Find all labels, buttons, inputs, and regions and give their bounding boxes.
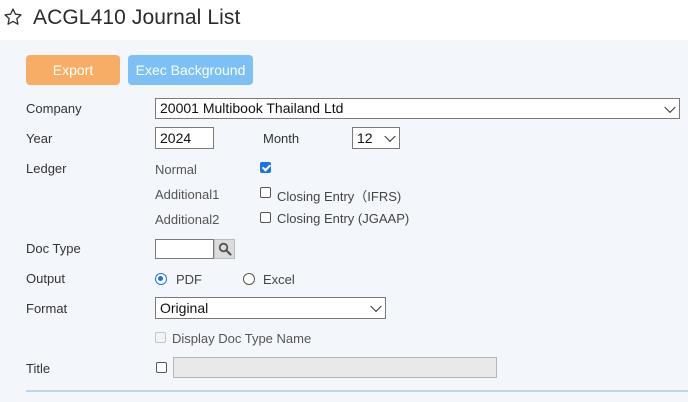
closing-entry-jgaap-checkbox[interactable] (260, 212, 271, 223)
star-outline-icon[interactable] (3, 7, 23, 27)
year-value: 2024 (160, 130, 192, 146)
title-label: Title (26, 361, 51, 376)
chevron-down-icon (664, 101, 676, 113)
format-value: Original (160, 300, 209, 316)
format-select[interactable]: Original (155, 297, 386, 319)
chevron-down-icon (384, 130, 396, 143)
closing-entry-jgaap-label[interactable]: Closing Entry (JGAAP) (277, 211, 409, 226)
page-title: ACGL410 Journal List (33, 6, 241, 29)
title-checkbox[interactable] (156, 362, 167, 373)
magnifier-icon (218, 242, 232, 256)
section-divider (26, 390, 688, 392)
export-button[interactable]: Export (26, 55, 120, 85)
output-pdf-label[interactable]: PDF (176, 272, 202, 287)
month-select[interactable]: 12 (352, 127, 400, 149)
ledger-label: Ledger (26, 161, 67, 176)
display-doc-type-checkbox[interactable] (155, 332, 166, 343)
format-label: Format (26, 301, 68, 316)
ledger-normal-checkbox[interactable] (260, 162, 271, 173)
title-input[interactable] (173, 357, 497, 378)
output-pdf-radio[interactable] (155, 273, 167, 285)
output-excel-label[interactable]: Excel (263, 272, 295, 287)
ledger-normal-label: Normal (155, 162, 197, 177)
closing-entry-ifrs-checkbox[interactable] (260, 187, 271, 198)
month-label: Month (263, 131, 300, 146)
doc-type-search-button[interactable] (214, 239, 235, 259)
company-select[interactable]: 20001 Multibook Thailand Ltd (155, 98, 680, 119)
output-excel-radio[interactable] (243, 273, 255, 285)
output-label: Output (26, 271, 66, 286)
month-value: 12 (357, 130, 373, 146)
title-bar: ACGL410 Journal List (0, 0, 688, 40)
closing-entry-ifrs-label[interactable]: Closing Entry（IFRS) (277, 186, 401, 205)
year-label: Year (26, 131, 53, 146)
ledger-additional1-label: Additional1 (155, 187, 220, 202)
chevron-down-icon (370, 300, 382, 313)
company-value: 20001 Multibook Thailand Ltd (160, 100, 344, 116)
year-input[interactable]: 2024 (155, 127, 214, 149)
company-label: Company (26, 101, 82, 116)
ledger-additional2-label: Additional2 (155, 212, 220, 227)
display-doc-type-label: Display Doc Type Name (172, 331, 312, 346)
doc-type-input[interactable] (155, 239, 214, 259)
doc-type-label: Doc Type (26, 241, 81, 256)
exec-background-button[interactable]: Exec Background (128, 55, 253, 85)
